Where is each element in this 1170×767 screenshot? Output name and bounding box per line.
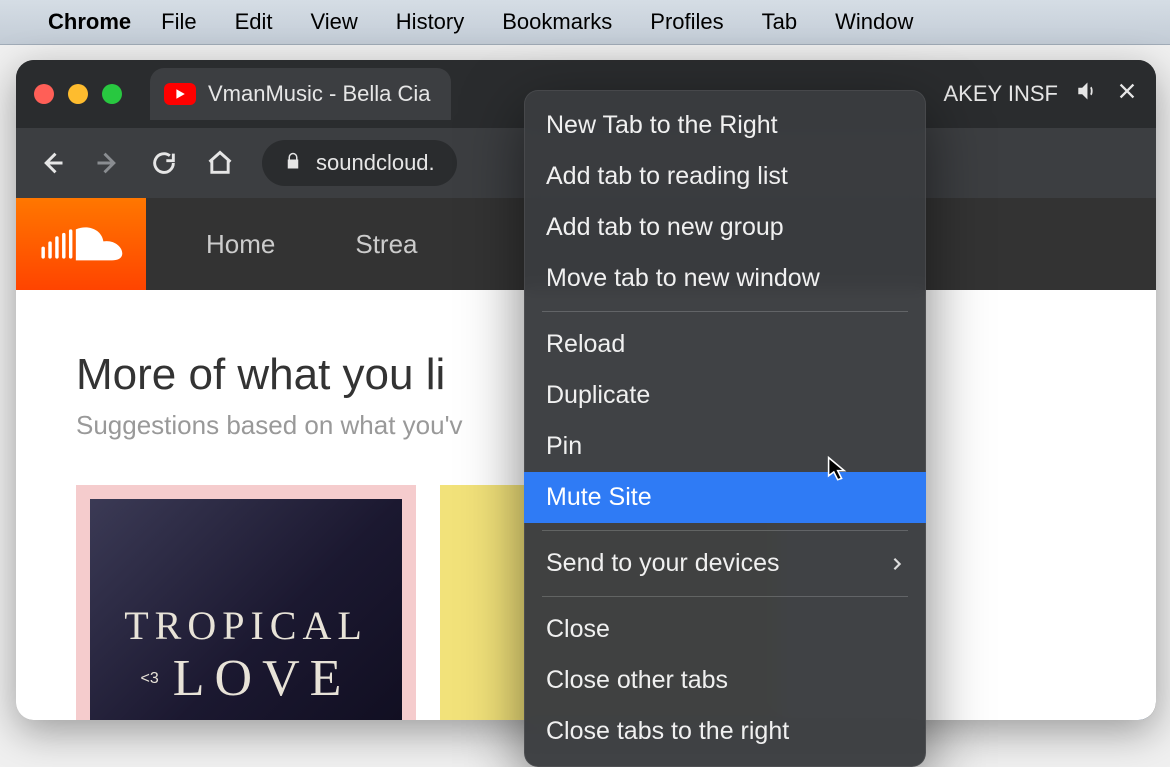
ctx-close[interactable]: Close xyxy=(524,604,926,655)
tab-context-menu: New Tab to the Right Add tab to reading … xyxy=(524,90,926,767)
close-tab-icon[interactable] xyxy=(1116,80,1138,108)
other-tab-title-fragment[interactable]: AKEY INSF xyxy=(943,81,1058,107)
ctx-move-new-window[interactable]: Move tab to new window xyxy=(524,253,926,304)
soundcloud-logo-icon[interactable] xyxy=(16,198,146,290)
ctx-new-tab-right[interactable]: New Tab to the Right xyxy=(524,100,926,151)
heart-icon: <3 xyxy=(141,670,159,688)
ctx-mute-site[interactable]: Mute Site xyxy=(524,472,926,523)
soundcloud-nav-home[interactable]: Home xyxy=(206,229,275,260)
audio-playing-icon[interactable] xyxy=(1076,80,1098,108)
zoom-window-button[interactable] xyxy=(102,84,122,104)
menu-file[interactable]: File xyxy=(161,9,196,35)
menu-window[interactable]: Window xyxy=(835,9,913,35)
reload-button[interactable] xyxy=(150,149,178,177)
ctx-close-other[interactable]: Close other tabs xyxy=(524,655,926,706)
minimize-window-button[interactable] xyxy=(68,84,88,104)
ctx-separator xyxy=(542,311,908,312)
menu-profiles[interactable]: Profiles xyxy=(650,9,723,35)
lock-icon xyxy=(284,150,302,176)
ctx-add-new-group[interactable]: Add tab to new group xyxy=(524,202,926,253)
menu-history[interactable]: History xyxy=(396,9,464,35)
ctx-close-right[interactable]: Close tabs to the right xyxy=(524,706,926,757)
ctx-pin[interactable]: Pin xyxy=(524,421,926,472)
mouse-cursor-icon xyxy=(826,455,852,481)
address-bar[interactable]: soundcloud. xyxy=(262,140,457,186)
app-menu[interactable]: Chrome xyxy=(48,9,131,35)
back-button[interactable] xyxy=(38,149,66,177)
menu-view[interactable]: View xyxy=(311,9,358,35)
close-window-button[interactable] xyxy=(34,84,54,104)
ctx-reload[interactable]: Reload xyxy=(524,319,926,370)
ctx-separator xyxy=(542,530,908,531)
ctx-send-to-devices[interactable]: Send to your devices xyxy=(524,538,926,589)
ctx-duplicate[interactable]: Duplicate xyxy=(524,370,926,421)
ctx-separator xyxy=(542,596,908,597)
macos-menubar: Chrome File Edit View History Bookmarks … xyxy=(0,0,1170,45)
home-button[interactable] xyxy=(206,149,234,177)
soundcloud-nav-stream[interactable]: Strea xyxy=(355,229,417,260)
active-tab[interactable]: VmanMusic - Bella Cia xyxy=(150,68,451,120)
url-text: soundcloud. xyxy=(316,150,435,176)
youtube-favicon-icon xyxy=(164,83,196,105)
card-title-line2: LOVE xyxy=(173,649,352,708)
menu-bookmarks[interactable]: Bookmarks xyxy=(502,9,612,35)
forward-button[interactable] xyxy=(94,149,122,177)
chevron-right-icon xyxy=(890,546,904,581)
tab-title: VmanMusic - Bella Cia xyxy=(208,81,431,107)
card-title-line1: TROPICAL xyxy=(124,602,368,649)
window-controls xyxy=(34,84,122,104)
menu-edit[interactable]: Edit xyxy=(235,9,273,35)
menu-tab[interactable]: Tab xyxy=(762,9,797,35)
playlist-card-tropical-love[interactable]: TROPICAL <3 LOVE xyxy=(76,485,416,720)
ctx-add-reading-list[interactable]: Add tab to reading list xyxy=(524,151,926,202)
